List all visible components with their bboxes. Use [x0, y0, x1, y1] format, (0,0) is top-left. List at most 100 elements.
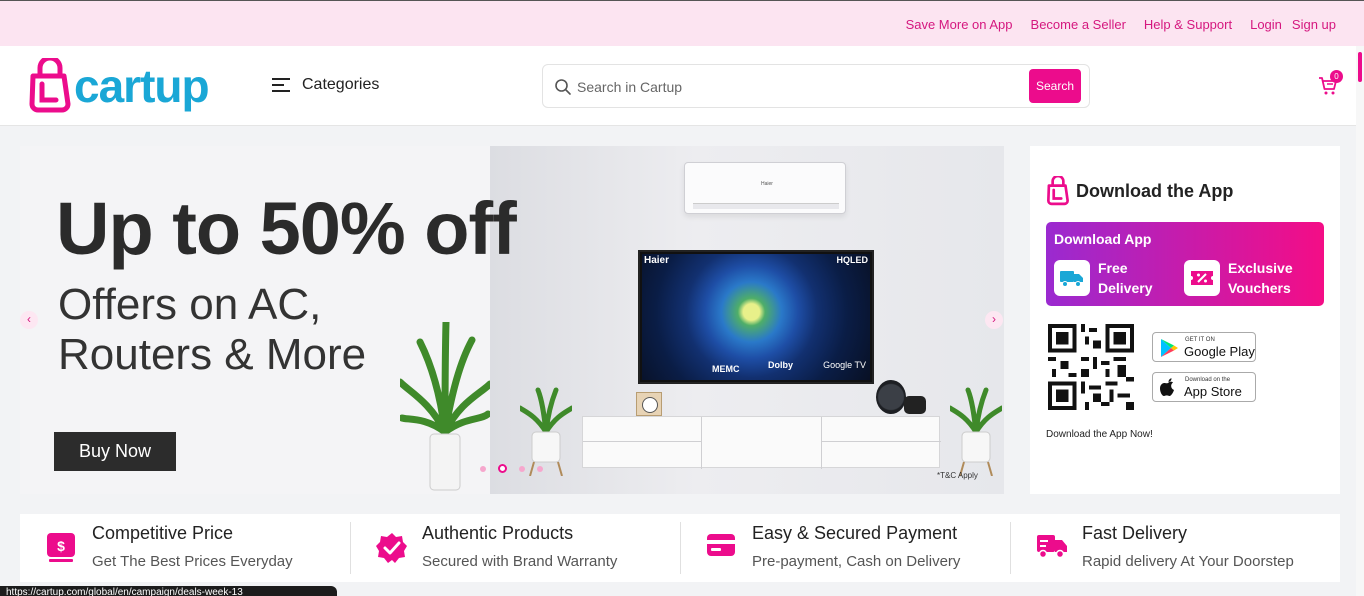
become-seller-link[interactable]: Become a Seller — [1031, 17, 1126, 32]
terms-disclaimer: *T&C Apply — [937, 471, 978, 480]
cabinet-drawer-line — [821, 441, 941, 442]
feature-title: Easy & Secured Payment — [752, 523, 958, 543]
top-utility-bar: Save More on App Become a Seller Help & … — [0, 0, 1364, 46]
app-store-big-text: App Store — [1184, 384, 1242, 399]
download-app-heading: Download the App — [1046, 176, 1233, 206]
price-tag-icon: $ — [47, 533, 75, 562]
feature-title: Authentic Products — [422, 523, 574, 543]
promo-free-delivery-label: Free Delivery — [1098, 260, 1153, 296]
hero-banner[interactable]: Haier Haier HQLED MEMC Dolby Google TV U… — [20, 146, 1004, 494]
carousel-prev-button[interactable]: ‹ — [20, 311, 38, 329]
download-app-panel: Download the App Download App Free Deliv… — [1030, 146, 1340, 494]
app-store-button[interactable]: Download on the App Store — [1152, 372, 1256, 402]
help-support-link[interactable]: Help & Support — [1144, 17, 1232, 32]
apple-icon — [1160, 378, 1174, 396]
tv-feature-memc: MEMC — [712, 364, 740, 374]
cart-count-badge: 0 — [1330, 70, 1343, 83]
shopping-bag-logo-icon — [29, 58, 71, 113]
shopping-bag-icon — [1047, 176, 1069, 206]
status-url-text: https://cartup.com/global/en/campaign/de… — [6, 587, 243, 596]
scrollbar-thumb[interactable] — [1358, 52, 1362, 82]
search-bar: Search — [542, 64, 1090, 108]
verified-badge-icon — [376, 533, 407, 563]
carousel-dot-4[interactable] — [537, 465, 543, 472]
app-promo-card[interactable]: Download App Free Delivery Exclusive Vou… — [1046, 222, 1324, 306]
save-more-on-app-link[interactable]: Save More on App — [906, 17, 1013, 32]
tv-feature-google-tv: Google TV — [823, 360, 866, 370]
top-links: Save More on App Become a Seller Help & … — [906, 17, 1336, 32]
feature-fast-delivery: Fast Delivery Rapid delivery At Your Doo… — [1010, 514, 1340, 582]
login-link[interactable]: Login — [1250, 17, 1282, 32]
feature-divider — [350, 522, 351, 574]
feature-authentic-products: Authentic Products Secured with Brand Wa… — [350, 514, 680, 582]
feature-divider — [680, 522, 681, 574]
tv-image: Haier HQLED MEMC Dolby Google TV — [638, 250, 874, 384]
qr-code-image — [1048, 324, 1134, 410]
feature-subtitle: Pre-payment, Cash on Delivery — [752, 553, 961, 570]
cabinet-drawer-line — [583, 441, 701, 442]
signup-link[interactable]: Sign up — [1292, 17, 1336, 32]
table-clock-image — [636, 392, 662, 416]
air-conditioner-image: Haier — [684, 162, 846, 214]
feature-title: Fast Delivery — [1082, 523, 1188, 543]
tv-model-label: HQLED — [836, 255, 869, 265]
cabinet-divider — [701, 417, 702, 469]
voucher-icon — [1184, 260, 1220, 296]
hamburger-icon — [272, 78, 290, 92]
ac-brand: Haier — [761, 181, 773, 187]
search-button[interactable]: Search — [1029, 69, 1081, 103]
cart-button[interactable]: 0 — [1318, 70, 1343, 101]
app-store-small-text: Download on the — [1185, 377, 1231, 383]
tv-brand-label: Haier — [644, 255, 670, 266]
tv-cabinet-image — [582, 416, 941, 469]
hero-subheadline: Offers on AC, Routers & More — [58, 280, 367, 379]
buy-now-button[interactable]: Buy Now — [54, 432, 176, 471]
small-plant-left-image — [520, 387, 572, 476]
carousel-dot-3[interactable] — [519, 465, 525, 472]
carousel-dot-2[interactable] — [498, 464, 507, 473]
carousel-dots — [480, 464, 543, 473]
feature-subtitle: Secured with Brand Warranty — [422, 553, 618, 570]
svg-text:$: $ — [57, 538, 65, 554]
features-strip: $ Competitive Price Get The Best Prices … — [20, 514, 1340, 582]
feature-subtitle: Rapid delivery At Your Doorstep — [1082, 553, 1294, 570]
feature-divider — [1010, 522, 1011, 574]
carousel-next-button[interactable]: › — [985, 311, 1003, 329]
google-play-icon — [1161, 339, 1178, 357]
cartup-logo[interactable]: cartup — [28, 58, 210, 114]
credit-card-icon — [707, 534, 735, 556]
hero-headline: Up to 50% off — [56, 187, 517, 270]
feature-subtitle: Get The Best Prices Everyday — [92, 553, 293, 570]
carousel-dot-1[interactable] — [480, 465, 486, 472]
google-play-small-text: GET IT ON — [1185, 337, 1215, 343]
categories-menu[interactable]: Categories — [272, 76, 379, 94]
delivery-truck-icon — [1054, 260, 1090, 296]
earbuds-image — [904, 396, 926, 414]
promo-free-delivery: Free Delivery — [1054, 258, 1178, 298]
google-play-button[interactable]: GET IT ON Google Play — [1152, 332, 1256, 362]
feature-secured-payment: Easy & Secured Payment Pre-payment, Cash… — [680, 514, 1010, 582]
search-icon — [555, 79, 571, 95]
small-plant-right-image — [950, 387, 1002, 476]
chevron-right-icon: › — [992, 312, 996, 326]
download-app-note: Download the App Now! — [1046, 429, 1153, 440]
site-header: cartup Categories Search 0 — [0, 46, 1364, 126]
feature-competitive-price: $ Competitive Price Get The Best Prices … — [20, 514, 350, 582]
promo-exclusive-vouchers: Exclusive Vouchers — [1184, 258, 1308, 298]
google-play-big-text: Google Play — [1184, 344, 1255, 359]
ac-vent — [693, 203, 839, 209]
download-app-title: Download the App — [1076, 180, 1234, 201]
logo-text: cartup — [74, 60, 210, 112]
cabinet-divider — [821, 417, 822, 469]
categories-label: Categories — [302, 76, 380, 93]
page-scrollbar[interactable] — [1356, 46, 1364, 596]
tv-feature-dolby: Dolby — [768, 360, 794, 370]
smartwatch-image — [876, 380, 906, 414]
promo-exclusive-vouchers-label: Exclusive Vouchers — [1228, 260, 1293, 296]
promo-title: Download App — [1054, 231, 1152, 247]
chevron-left-icon: ‹ — [27, 312, 31, 326]
search-input[interactable] — [577, 76, 1017, 98]
delivery-truck-icon — [1037, 535, 1067, 559]
feature-title: Competitive Price — [92, 523, 234, 543]
browser-status-url: https://cartup.com/global/en/campaign/de… — [0, 586, 337, 596]
